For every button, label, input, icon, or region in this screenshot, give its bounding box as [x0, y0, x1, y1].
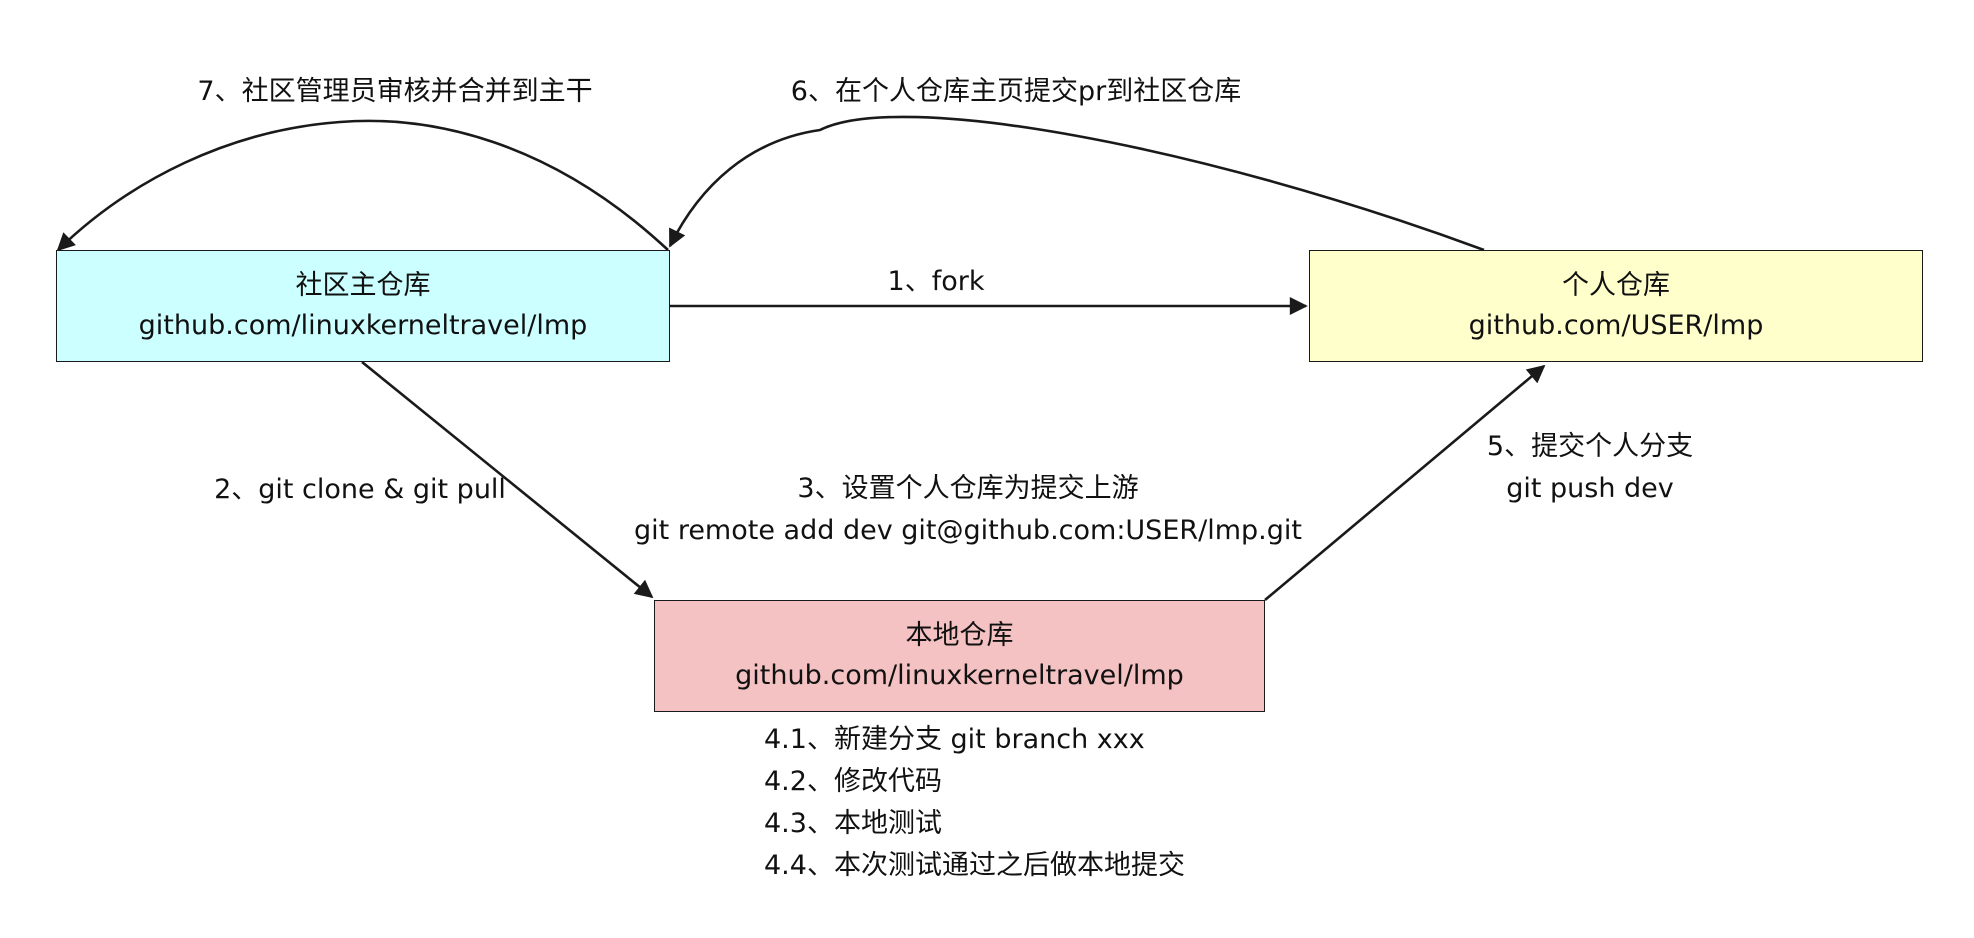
step1-label: 1、fork — [888, 261, 985, 303]
local-repo-url: github.com/linuxkerneltravel/lmp — [735, 660, 1184, 691]
step3-label: 3、设置个人仓库为提交上游 git remote add dev git@git… — [634, 468, 1302, 552]
community-repo-url: github.com/linuxkerneltravel/lmp — [138, 310, 588, 341]
personal-repo-title: 个人仓库 — [1562, 270, 1670, 301]
community-repo-box: 社区主仓库 github.com/linuxkerneltravel/lmp — [56, 250, 670, 362]
step2-text: 2、git clone & git pull — [214, 474, 506, 505]
step4-item: 4.3、本地测试 — [764, 808, 942, 839]
community-repo-title: 社区主仓库 — [295, 270, 431, 301]
step7-text: 7、社区管理员审核并合并到主干 — [197, 76, 593, 107]
merge-arrow — [56, 119, 669, 252]
step7-label: 7、社区管理员审核并合并到主干 — [197, 71, 592, 113]
personal-repo-box: 个人仓库 github.com/USER/lmp — [1309, 250, 1923, 362]
local-repo-box: 本地仓库 github.com/linuxkerneltravel/lmp — [654, 600, 1265, 712]
step3-command: git remote add dev git@github.com:USER/l… — [634, 515, 1302, 546]
step2-label: 2、git clone & git pull — [214, 469, 506, 511]
step4-item: 4.2、修改代码 — [764, 766, 942, 797]
local-repo-title: 本地仓库 — [905, 620, 1014, 651]
step5-command: git push dev — [1506, 473, 1674, 504]
step4-list: 4.1、新建分支 git branch xxx 4.2、修改代码 4.3、本地测… — [764, 719, 1185, 887]
step4-item: 4.4、本次测试通过之后做本地提交 — [764, 850, 1185, 881]
step3-title: 3、设置个人仓库为提交上游 — [797, 473, 1139, 504]
step4-item: 4.1、新建分支 git branch xxx — [764, 724, 1145, 755]
step6-label: 6、在个人仓库主页提交pr到社区仓库 — [791, 71, 1241, 113]
step1-text: 1、fork — [887, 266, 985, 297]
personal-repo-url: github.com/USER/lmp — [1468, 310, 1764, 341]
step5-title: 5、提交个人分支 — [1486, 431, 1694, 462]
step5-label: 5、提交个人分支 git push dev — [1487, 426, 1693, 510]
pull-request-arrow — [668, 115, 1485, 252]
step6-text: 6、在个人仓库主页提交pr到社区仓库 — [790, 76, 1242, 107]
workflow-diagram: 社区主仓库 github.com/linuxkerneltravel/lmp 个… — [0, 0, 1974, 938]
